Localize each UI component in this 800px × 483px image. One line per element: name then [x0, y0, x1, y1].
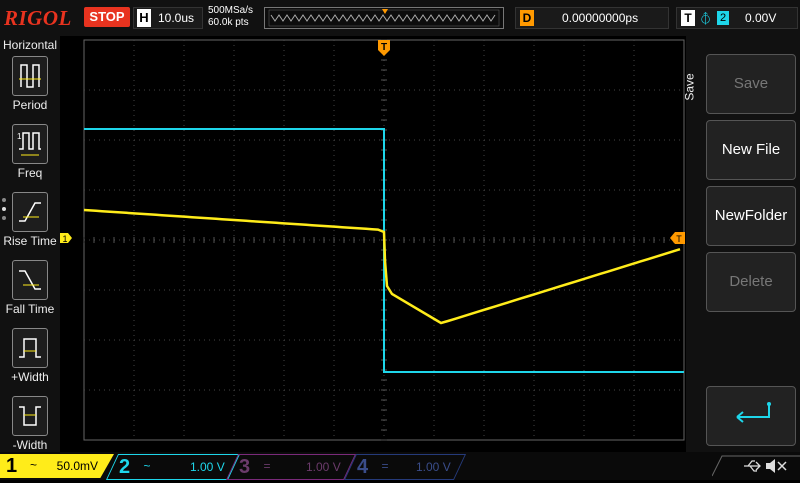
trigger-level-marker: T [670, 232, 685, 244]
period-icon [12, 56, 48, 96]
menu-page-indicator [2, 198, 6, 225]
left-menu-title: Horizontal [2, 38, 58, 52]
channel-status-bar: 1 ~ 50.0mV 2 ~ 1.00 V 3 = 1.00 V 4 = 1.0… [0, 452, 800, 480]
ch1-status[interactable]: 1 ~ 50.0mV [0, 454, 114, 478]
ch2-status[interactable]: 2 ~ 1.00 V [105, 454, 241, 480]
horizontal-timebase-box[interactable]: H 10.0us [133, 7, 203, 29]
freq-icon: 1 [12, 124, 48, 164]
horizontal-label: H [137, 9, 151, 27]
measure-fall-time-button[interactable]: Fall Time [0, 258, 60, 322]
falling-edge-icon: ⦽ [701, 10, 711, 26]
run-stop-indicator[interactable]: STOP [84, 7, 130, 27]
measure-period-button[interactable]: Period [0, 54, 60, 118]
right-save-menu: Save Save New File NewFolder Delete [682, 36, 800, 452]
measure-positive-width-button[interactable]: +Width [0, 326, 60, 390]
memory-depth: 60.0k pts [208, 17, 249, 28]
svg-text:T: T [676, 234, 682, 244]
rigol-logo: RIGOL [4, 6, 72, 30]
delete-button[interactable]: Delete [706, 252, 796, 312]
waveform-display[interactable]: T 1 T [60, 36, 685, 452]
measure-rise-time-button[interactable]: Rise Time [0, 190, 60, 254]
left-measure-menu: Horizontal Period 1 Freq Rise Time Fall … [0, 36, 60, 452]
enter-button[interactable] [706, 386, 796, 446]
memory-trigger-marker [382, 9, 388, 14]
new-folder-button[interactable]: NewFolder [706, 186, 796, 246]
memory-waveform-overview [268, 9, 500, 27]
ch1-offset-marker: 1 [60, 233, 72, 244]
horizontal-delay-box[interactable]: D 0.00000000ps [515, 7, 669, 29]
rise-time-icon [12, 192, 48, 232]
negative-width-icon [12, 396, 48, 436]
top-status-bar: RIGOL STOP H 10.0us 500MSa/s 60.0k pts D… [0, 0, 800, 36]
usb-icon [744, 460, 761, 472]
ch1-waveform [83, 208, 681, 325]
trigger-level: 0.00V [745, 11, 777, 25]
timebase-value: 10.0us [158, 11, 195, 25]
ch3-status[interactable]: 3 = 1.00 V [225, 454, 357, 480]
svg-text:1: 1 [17, 132, 22, 141]
ch4-status[interactable]: 4 = 1.00 V [343, 454, 467, 480]
system-status-icons [711, 454, 800, 478]
trigger-source: 2 [717, 11, 729, 25]
svg-text:1: 1 [62, 234, 67, 244]
trigger-position-marker: T [378, 40, 390, 56]
positive-width-icon [12, 328, 48, 368]
delay-label: D [520, 10, 534, 26]
enter-return-icon [736, 402, 771, 423]
measure-freq-button[interactable]: 1 Freq [0, 122, 60, 186]
acquisition-info: 500MSa/s 60.0k pts [208, 5, 253, 29]
fall-time-icon [12, 260, 48, 300]
delay-value: 0.00000000ps [562, 11, 639, 25]
memory-overview-bar [264, 7, 504, 29]
trigger-box[interactable]: T ⦽ 2 0.00V [676, 7, 798, 29]
svg-text:T: T [381, 42, 387, 53]
waveform-graticule: T 1 T [60, 39, 685, 441]
new-file-button[interactable]: New File [706, 120, 796, 180]
right-menu-title: Save [682, 73, 697, 101]
speaker-mute-icon[interactable] [766, 459, 787, 473]
sample-rate: 500MSa/s [208, 5, 254, 16]
measure-negative-width-button[interactable]: -Width [0, 394, 60, 458]
trigger-label: T [681, 10, 695, 26]
save-button[interactable]: Save [706, 54, 796, 114]
